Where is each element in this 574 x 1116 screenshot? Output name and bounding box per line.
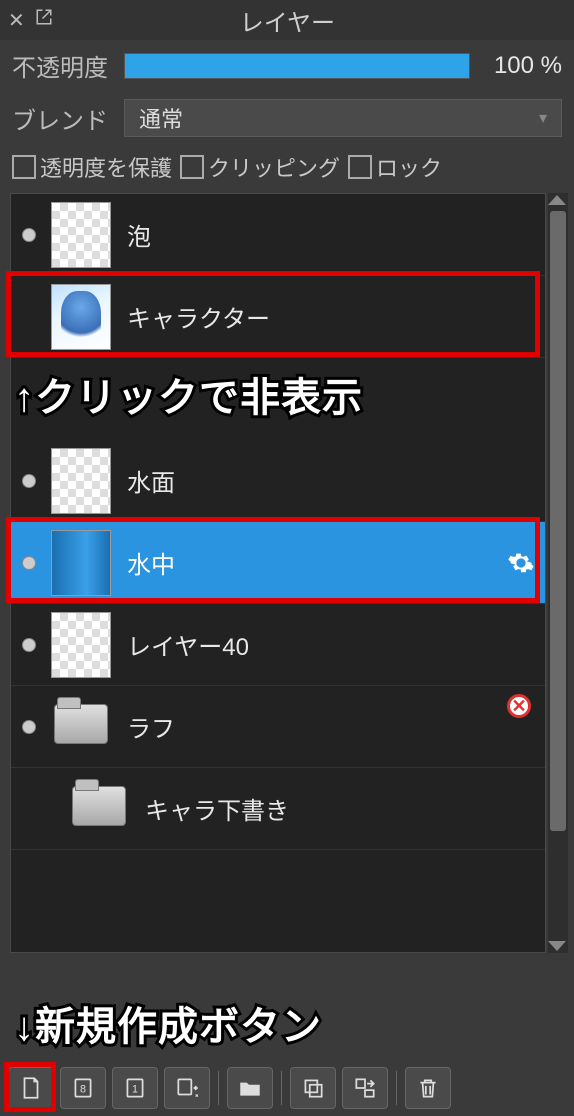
layer-name[interactable]: 水中 (119, 545, 507, 580)
new-1bit-layer-button[interactable]: 1 (112, 1067, 158, 1109)
layer-name[interactable]: キャラ下書き (137, 791, 535, 826)
layers-panel: 泡キャラクター水面水中レイヤー40 ラフ✕ キャラ下書き ↑クリックで非表示 (10, 193, 568, 953)
protect-alpha-checkbox[interactable]: 透明度を保護 (12, 151, 172, 183)
duplicate-layer-button[interactable] (290, 1067, 336, 1109)
separator (218, 1071, 219, 1105)
layers-list[interactable]: 泡キャラクター水面水中レイヤー40 ラフ✕ キャラ下書き (10, 193, 546, 953)
svg-text:8: 8 (80, 1083, 86, 1095)
empty-area (11, 850, 545, 940)
annotation-text: ↑クリックで非表示 (14, 365, 363, 423)
visibility-toggle[interactable] (19, 638, 39, 652)
layer-name[interactable]: キャラクター (119, 299, 535, 334)
visibility-toggle[interactable] (19, 720, 39, 734)
scrollbar[interactable] (548, 193, 568, 953)
lock-checkbox[interactable]: ロック (348, 151, 442, 183)
layer-name[interactable]: ラフ (119, 709, 535, 744)
clipping-checkbox[interactable]: クリッピング (180, 151, 340, 183)
annotation-text: ↓新規作成ボタン (14, 994, 322, 1052)
layer-row[interactable]: キャラクター (11, 276, 545, 358)
layer-row[interactable]: 水面 (11, 440, 545, 522)
layer-name[interactable]: 泡 (119, 217, 535, 252)
new-folder-button[interactable] (227, 1067, 273, 1109)
layer-row[interactable]: キャラ下書き (11, 768, 545, 850)
visibility-toggle[interactable] (19, 556, 39, 570)
popout-icon[interactable] (35, 8, 53, 32)
disabled-badge-icon: ✕ (507, 694, 531, 718)
merge-layer-button[interactable] (342, 1067, 388, 1109)
opacity-fill (125, 54, 469, 78)
visibility-toggle[interactable] (19, 228, 39, 242)
panel-titlebar: ✕ レイヤー (0, 0, 574, 40)
layer-thumbnail[interactable] (51, 284, 111, 350)
new-layer-button[interactable] (8, 1067, 54, 1109)
layer-name[interactable]: 水面 (119, 463, 535, 498)
layer-row[interactable]: 水中 (11, 522, 545, 604)
svg-text:1: 1 (132, 1083, 138, 1095)
blend-label: ブレンド (12, 101, 112, 136)
layer-row[interactable]: ラフ✕ (11, 686, 545, 768)
opacity-value: 100 % (482, 52, 562, 80)
gear-icon[interactable] (507, 549, 535, 577)
separator (281, 1071, 282, 1105)
visibility-toggle[interactable] (19, 474, 39, 488)
layer-thumbnail[interactable] (51, 530, 111, 596)
layer-name[interactable]: レイヤー40 (119, 627, 535, 662)
add-special-layer-button[interactable] (164, 1067, 210, 1109)
new-8bit-layer-button[interactable]: 8 (60, 1067, 106, 1109)
close-icon[interactable]: ✕ (8, 8, 25, 33)
bottom-toolbar: 8 1 (0, 1060, 574, 1116)
blend-mode-select[interactable]: 通常 ▾ (124, 99, 562, 137)
delete-layer-button[interactable] (405, 1067, 451, 1109)
layer-thumbnail[interactable] (51, 202, 111, 268)
options-row: 透明度を保護 クリッピング ロック (0, 145, 574, 193)
separator (396, 1071, 397, 1105)
layer-thumbnail[interactable] (51, 612, 111, 678)
blend-row: ブレンド 通常 ▾ (0, 91, 574, 145)
folder-icon[interactable] (51, 694, 111, 760)
chevron-down-icon: ▾ (539, 108, 547, 128)
opacity-slider[interactable] (124, 53, 470, 79)
layer-row[interactable]: レイヤー40 (11, 604, 545, 686)
opacity-label: 不透明度 (12, 48, 112, 83)
blend-mode-value: 通常 (139, 102, 183, 134)
panel-title: レイヤー (53, 3, 522, 38)
layer-thumbnail[interactable] (51, 448, 111, 514)
opacity-row: 不透明度 100 % (0, 40, 574, 91)
layer-row[interactable]: 泡 (11, 194, 545, 276)
folder-icon[interactable] (69, 776, 129, 842)
